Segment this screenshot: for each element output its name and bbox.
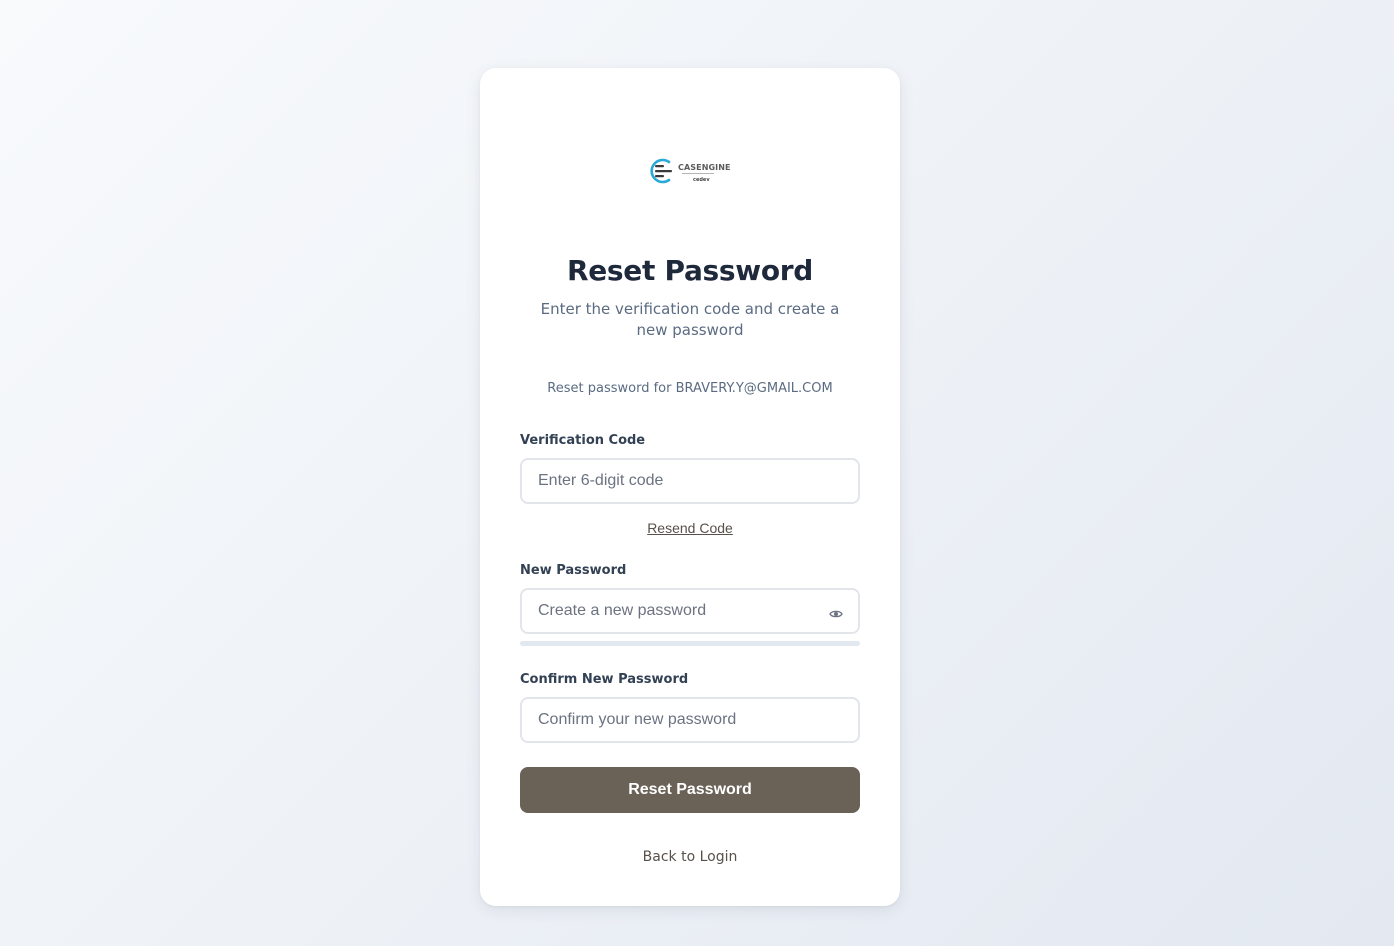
confirm-password-label: Confirm New Password: [520, 672, 689, 687]
page-title: Reset Password: [566, 254, 814, 287]
logo-tagline: [682, 173, 714, 174]
new-password-input[interactable]: [520, 588, 860, 634]
casengine-logo: CASENGINE cedev: [647, 154, 733, 188]
logo-sub-text: cedev: [693, 177, 710, 183]
reset-password-button[interactable]: Reset Password: [520, 767, 860, 813]
verification-code-label: Verification Code: [520, 433, 646, 448]
confirm-password-input[interactable]: [520, 697, 860, 743]
eye-icon[interactable]: [829, 606, 843, 618]
new-password-label: New Password: [520, 563, 627, 578]
resend-code-link[interactable]: Resend Code: [480, 520, 900, 536]
back-to-login-link[interactable]: Back to Login: [480, 849, 900, 865]
logo-mark-icon: [650, 158, 672, 184]
page-subtitle: Enter the verification code and create a…: [540, 300, 840, 339]
reset-password-card: CASENGINE cedev Reset Password Enter the…: [480, 68, 900, 906]
logo-brand-text: CASENGINE: [678, 163, 731, 172]
password-strength-bar: [520, 641, 860, 646]
reset-email-note: Reset password for BRAVERY.Y@GMAIL.COM: [547, 381, 833, 396]
verification-code-input[interactable]: [520, 458, 860, 504]
